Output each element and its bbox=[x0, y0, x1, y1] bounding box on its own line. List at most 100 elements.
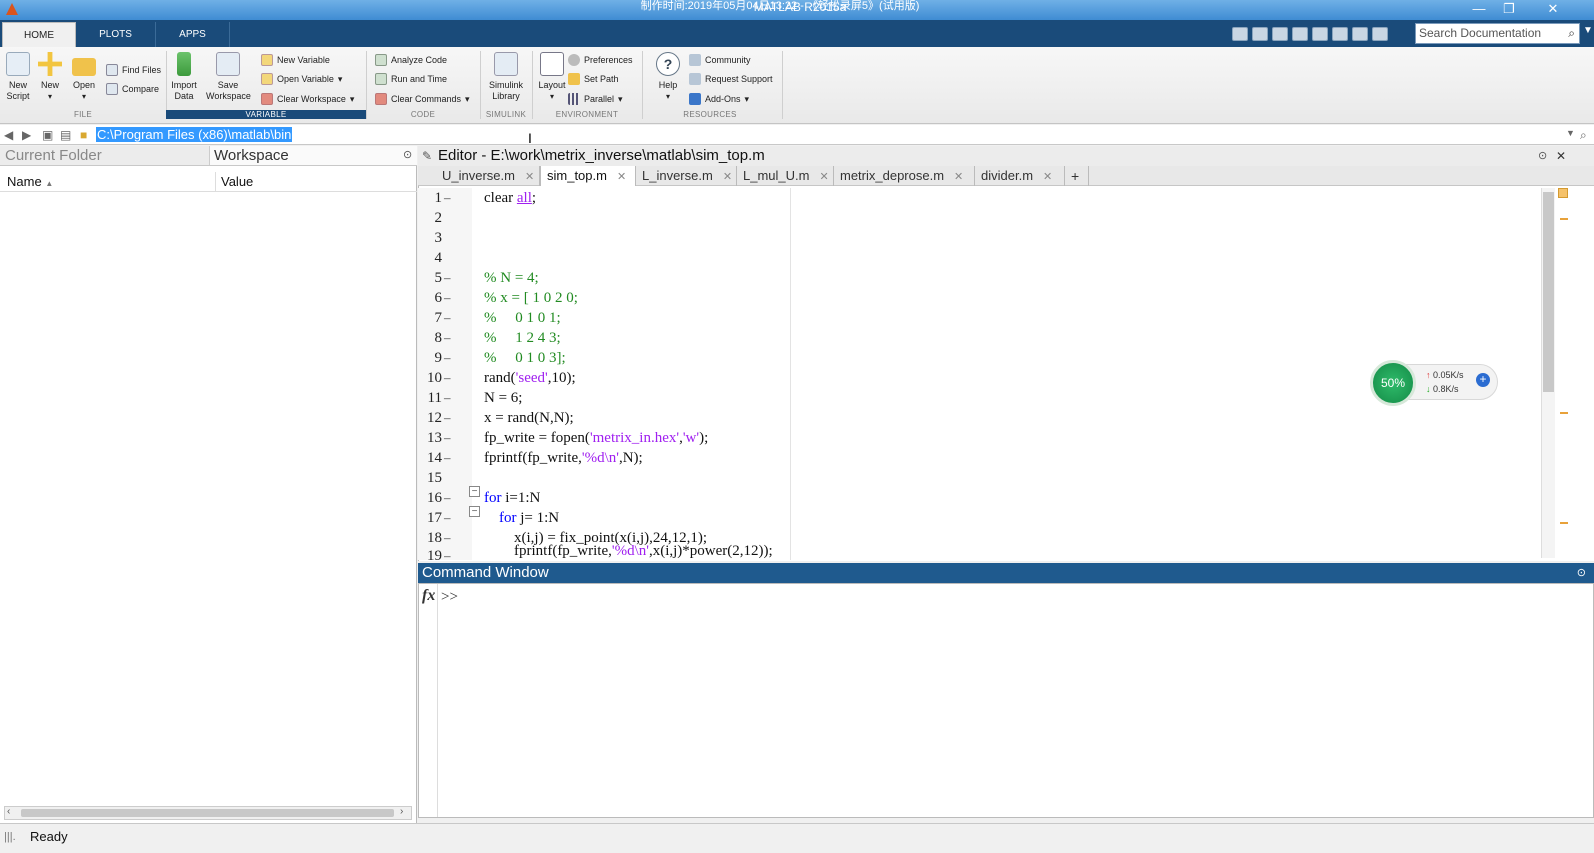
redo-icon[interactable] bbox=[1332, 27, 1348, 41]
tab-l-mul-u[interactable]: L_mul_U.m ✕ bbox=[737, 166, 834, 186]
run-and-time-button[interactable]: Run and Time bbox=[375, 72, 447, 86]
scroll-right-icon[interactable]: › bbox=[400, 806, 403, 817]
breakpoint-marker[interactable]: – bbox=[444, 368, 451, 388]
code-line[interactable]: % x = [ 1 0 2 0; bbox=[484, 288, 578, 308]
scroll-left-icon[interactable]: ‹ bbox=[7, 806, 10, 817]
code-line[interactable]: rand('seed',10); bbox=[484, 368, 576, 388]
code-line[interactable]: % N = 4; bbox=[484, 268, 539, 288]
find-files-button[interactable]: Find Files bbox=[106, 63, 161, 77]
search-documentation-input[interactable]: Search Documentation ⌕ bbox=[1415, 23, 1580, 44]
browse-folder-icon[interactable]: ▤ bbox=[60, 128, 71, 142]
forward-icon[interactable]: ▶ bbox=[22, 128, 31, 142]
community-button[interactable]: Community bbox=[689, 53, 751, 67]
close-icon[interactable]: ✕ bbox=[819, 171, 828, 183]
current-folder-path[interactable]: C:\Program Files (x86)\matlab\bin bbox=[96, 127, 293, 142]
close-icon[interactable]: ✕ bbox=[525, 171, 534, 183]
filter-icon[interactable]: ▼ bbox=[1583, 25, 1593, 36]
scrollbar-thumb[interactable] bbox=[1543, 192, 1554, 392]
set-path-button[interactable]: Set Path bbox=[568, 72, 619, 86]
function-browser-icon[interactable]: fx bbox=[422, 587, 440, 617]
code-line[interactable]: % 0 1 0 1; bbox=[484, 308, 561, 328]
column-header-name[interactable]: Name ▲ bbox=[7, 172, 53, 194]
open-button[interactable]: Open ▾ bbox=[66, 52, 102, 102]
code-line[interactable]: fprintf(fp_write,'%d\n',N); bbox=[484, 448, 643, 468]
warning-indicator[interactable] bbox=[1558, 188, 1568, 198]
code-line[interactable]: for j= 1:N bbox=[484, 508, 559, 528]
breakpoint-marker[interactable]: – bbox=[444, 488, 451, 508]
breakpoint-marker[interactable]: – bbox=[444, 308, 451, 328]
breakpoint-marker[interactable]: – bbox=[444, 428, 451, 448]
editor-menu-icon[interactable]: ⊙ bbox=[1538, 146, 1547, 166]
tab-apps[interactable]: APPS bbox=[156, 22, 230, 47]
code-line[interactable]: % 1 2 4 3; bbox=[484, 328, 561, 348]
tab-divider[interactable]: divider.m ✕ bbox=[975, 166, 1065, 186]
paste-icon[interactable] bbox=[1292, 27, 1308, 41]
close-icon[interactable]: ✕ bbox=[723, 171, 732, 183]
close-icon[interactable]: ✕ bbox=[1043, 171, 1052, 183]
close-icon[interactable]: ✕ bbox=[954, 171, 963, 183]
maximize-button[interactable]: ❐ bbox=[1494, 0, 1524, 20]
parallel-button[interactable]: Parallel ▾ bbox=[568, 92, 623, 106]
tab-plots[interactable]: PLOTS bbox=[76, 22, 156, 47]
chevron-down-icon[interactable]: ▼ bbox=[1566, 128, 1575, 138]
panel-menu-icon[interactable]: ⊙ bbox=[403, 148, 412, 161]
code-line[interactable]: N = 6; bbox=[484, 388, 522, 408]
import-data-button[interactable]: Import Data bbox=[166, 52, 202, 102]
cut-icon[interactable] bbox=[1252, 27, 1268, 41]
breakpoint-marker[interactable]: – bbox=[444, 188, 451, 208]
add-ons-button[interactable]: Add-Ons ▾ bbox=[689, 92, 749, 106]
code-line[interactable]: % 0 1 0 3]; bbox=[484, 348, 566, 368]
switch-windows-icon[interactable] bbox=[1352, 27, 1368, 41]
back-icon[interactable]: ◀ bbox=[4, 128, 13, 142]
code-line[interactable]: clear all; bbox=[484, 188, 536, 208]
breakpoint-marker[interactable]: – bbox=[444, 546, 451, 560]
tab-current-folder[interactable]: Current Folder bbox=[5, 147, 102, 165]
save-icon[interactable] bbox=[1232, 27, 1248, 41]
panel-menu-icon[interactable]: ⊙ bbox=[1577, 563, 1586, 583]
code-line[interactable]: fp_write = fopen('metrix_in.hex','w'); bbox=[484, 428, 708, 448]
close-button[interactable]: ✕ bbox=[1528, 0, 1578, 20]
analyze-code-button[interactable]: Analyze Code bbox=[375, 53, 447, 67]
breakpoint-marker[interactable]: – bbox=[444, 268, 451, 288]
breakpoint-marker[interactable]: – bbox=[444, 328, 451, 348]
undo-icon[interactable] bbox=[1312, 27, 1328, 41]
breakpoint-marker[interactable]: – bbox=[444, 388, 451, 408]
code-line[interactable]: x = rand(N,N); bbox=[484, 408, 574, 428]
tab-sim-top[interactable]: sim_top.m ✕ bbox=[540, 166, 636, 186]
close-icon[interactable]: ✕ bbox=[617, 171, 626, 183]
compare-button[interactable]: Compare bbox=[106, 82, 159, 96]
clear-workspace-button[interactable]: Clear Workspace ▾ bbox=[261, 92, 354, 106]
simulink-library-button[interactable]: Simulink Library bbox=[484, 52, 528, 102]
horizontal-scrollbar[interactable]: ‹ › bbox=[4, 806, 412, 820]
code-line[interactable]: fprintf(fp_write,'%d\n',x(i,j)*power(2,1… bbox=[484, 541, 773, 560]
breakpoint-marker[interactable]: – bbox=[444, 348, 451, 368]
preferences-button[interactable]: Preferences bbox=[568, 53, 633, 67]
scrollbar-thumb[interactable] bbox=[21, 809, 394, 817]
open-variable-button[interactable]: Open Variable ▾ bbox=[261, 72, 342, 86]
column-header-value[interactable]: Value bbox=[221, 172, 253, 192]
code-fold-toggle[interactable]: − bbox=[469, 486, 480, 497]
breakpoint-marker[interactable]: – bbox=[444, 528, 451, 548]
request-support-button[interactable]: Request Support bbox=[689, 72, 773, 86]
minimize-button[interactable]: — bbox=[1464, 0, 1494, 20]
new-script-button[interactable]: New Script bbox=[0, 52, 36, 102]
copy-icon[interactable] bbox=[1272, 27, 1288, 41]
layout-button[interactable]: Layout ▾ bbox=[534, 52, 570, 102]
help-icon[interactable] bbox=[1372, 27, 1388, 41]
tab-workspace[interactable]: Workspace bbox=[214, 147, 289, 165]
help-button[interactable]: ? Help ▾ bbox=[650, 52, 686, 102]
tab-u-inverse[interactable]: U_inverse.m ✕ bbox=[436, 166, 540, 186]
editor-close-icon[interactable]: ✕ bbox=[1556, 146, 1566, 166]
code-fold-toggle[interactable]: − bbox=[469, 506, 480, 517]
new-variable-button[interactable]: New Variable bbox=[261, 53, 330, 67]
tab-l-inverse[interactable]: L_inverse.m ✕ bbox=[636, 166, 737, 186]
tab-home[interactable]: HOME bbox=[2, 22, 76, 47]
clear-commands-button[interactable]: Clear Commands ▾ bbox=[375, 92, 470, 106]
code-line[interactable]: for i=1:N bbox=[484, 488, 540, 508]
network-speed-widget[interactable]: 50% ↑ 0.05K/s ↓ 0.8K/s + bbox=[1370, 360, 1498, 406]
new-button[interactable]: New ▾ bbox=[32, 52, 68, 102]
search-icon[interactable]: ⌕ bbox=[1580, 128, 1587, 143]
breakpoint-marker[interactable]: – bbox=[444, 508, 451, 528]
add-icon[interactable]: + bbox=[1476, 373, 1490, 387]
up-folder-icon[interactable]: ▣ bbox=[42, 128, 53, 142]
